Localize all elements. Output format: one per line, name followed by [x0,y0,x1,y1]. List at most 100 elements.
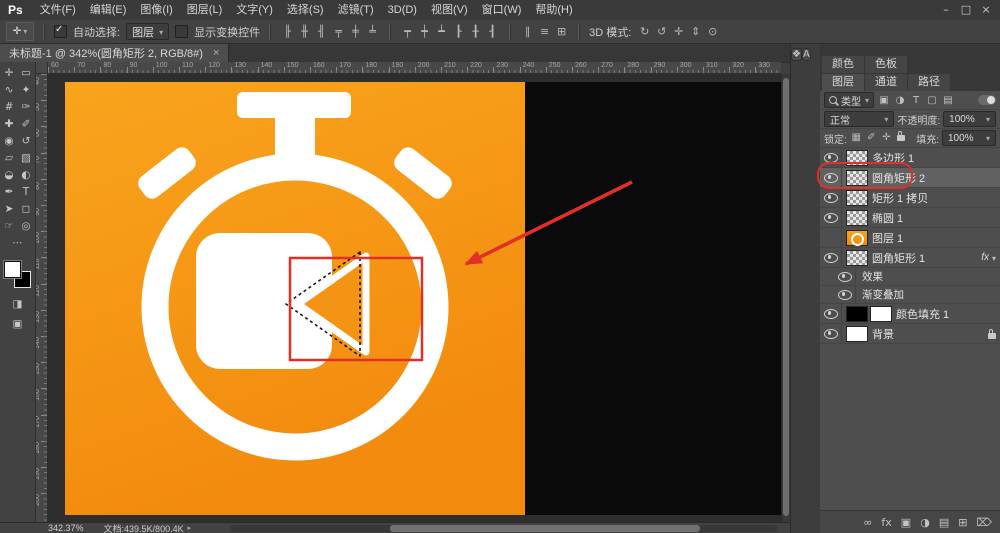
color-swatches[interactable] [4,261,31,288]
distribute-height-icon[interactable]: ≡ [537,24,552,40]
gradient-tool[interactable]: ▧ [18,150,35,166]
auto-select-checkbox[interactable] [54,24,67,38]
distribute-center-h-icon[interactable]: ╂ [468,24,483,40]
layer-name[interactable]: 矩形 1 拷贝 [872,190,928,206]
menu-item[interactable]: 窗口(W) [475,0,529,20]
screen-mode-icon[interactable]: ▣ [13,316,23,332]
show-transform-checkbox[interactable] [175,25,189,38]
quick-mask-icon[interactable]: ◨ [13,296,23,312]
menu-item[interactable]: 视图(V) [424,0,475,20]
zoom-level[interactable]: 342.37% [48,523,84,533]
visibility-eye-icon[interactable] [834,286,856,303]
3d-roll-icon[interactable]: ↺ [654,24,669,40]
clone-stamp-tool[interactable]: ◉ [1,133,18,149]
lock-all-icon[interactable] [895,130,908,146]
eraser-tool[interactable]: ▱ [1,150,18,166]
layer-name[interactable]: 圆角矩形 2 [872,170,925,186]
visibility-eye-icon[interactable] [820,304,842,323]
align-top-icon[interactable]: ╤ [331,24,346,40]
menu-item[interactable]: 图层(L) [180,0,229,20]
zoom-tool[interactable]: ◎ [18,218,35,234]
blur-tool[interactable]: ◒ [1,167,18,183]
rect-marquee-tool[interactable]: ▭ [18,65,35,81]
shape-tool[interactable]: ◻ [18,201,35,217]
menu-item[interactable]: 滤镜(T) [331,0,381,20]
visibility-eye-icon[interactable] [834,268,856,285]
layer-thumbnail[interactable] [846,149,868,166]
layer-row[interactable]: 圆角矩形 1 fx [820,248,1000,268]
layer-name[interactable]: 渐变叠加 [862,287,904,302]
layer-name[interactable]: 多边形 1 [872,150,914,166]
collapsed-panel-icon-2[interactable]: A [801,48,811,61]
align-left-icon[interactable]: ╟ [280,24,295,40]
layer-row[interactable]: 圆角矩形 2 [820,168,1000,188]
layer-row[interactable]: 背景 [820,324,1000,344]
layer-thumbnail[interactable] [846,325,868,342]
align-right-icon[interactable]: ╢ [314,24,329,40]
horizontal-scrollbar-thumb[interactable] [390,525,700,532]
visibility-eye-icon[interactable] [820,208,842,227]
hand-tool[interactable]: ☞ [1,218,18,234]
collapsed-panel-icon-1[interactable]: ❖ [791,48,802,61]
layer-style-icon[interactable]: fx [881,516,891,529]
layer-name[interactable]: 图层 1 [872,230,903,246]
filter-type-layers-icon[interactable]: T [909,93,923,108]
chevron-down-icon[interactable] [992,252,996,264]
visibility-eye-icon[interactable] [820,148,842,167]
layer-thumbnail[interactable] [846,249,868,266]
align-bottom-icon[interactable]: ╧ [365,24,380,40]
menu-item[interactable]: 编辑(E) [83,0,134,20]
horizontal-scrollbar[interactable] [230,525,778,532]
lock-position-icon[interactable]: ✛ [880,130,893,146]
filter-adjustment-layers-icon[interactable]: ◑ [893,93,907,108]
foreground-color-swatch[interactable] [4,261,21,278]
distribute-right-icon[interactable]: ┨ [485,24,500,40]
tab-paths[interactable]: 路径 [908,74,950,91]
crop-tool[interactable]: # [1,99,18,115]
adjustment-layer-icon[interactable]: ◑ [920,516,930,529]
distribute-bottom-icon[interactable]: ┷ [434,24,449,40]
lasso-tool[interactable]: ∿ [1,82,18,98]
layer-name[interactable]: 椭圆 1 [872,210,903,226]
status-expand-icon[interactable]: ▸ [188,524,192,532]
move-tool[interactable]: ✛ [1,65,18,81]
layer-name[interactable]: 效果 [862,269,883,284]
filter-shape-layers-icon[interactable]: ▢ [925,93,939,108]
canvas-viewport[interactable] [48,74,781,522]
layer-thumbnail[interactable] [846,305,868,322]
dodge-tool[interactable]: ◐ [18,167,35,183]
quick-select-tool[interactable]: ✦ [18,82,35,98]
visibility-eye-icon[interactable] [820,188,842,207]
layer-row[interactable]: 颜色填充 1 [820,304,1000,324]
distribute-top-icon[interactable]: ┯ [400,24,415,40]
filter-toggle[interactable] [978,95,996,105]
layer-row[interactable]: 图层 1 [820,228,1000,248]
vertical-scrollbar-thumb[interactable] [783,78,789,516]
auto-select-target-dropdown[interactable]: 图层 [126,23,170,40]
layer-name[interactable]: 圆角矩形 1 [872,250,925,266]
menu-item[interactable]: 3D(D) [381,0,424,20]
vertical-scrollbar[interactable] [781,74,790,522]
eyedropper-tool[interactable]: ✑ [18,99,35,115]
layer-thumbnail[interactable] [846,169,868,186]
healing-brush-tool[interactable]: ✚ [1,116,18,132]
menu-item[interactable]: 选择(S) [280,0,331,20]
visibility-eye-icon[interactable] [820,324,842,343]
tab-layers[interactable]: 图层 [822,74,864,91]
3d-drag-icon[interactable]: ✛ [671,24,686,40]
distribute-left-icon[interactable]: ┠ [451,24,466,40]
auto-align-icon[interactable]: ⊞ [554,24,569,40]
3d-scale-icon[interactable]: ⊙ [705,24,720,40]
layer-row[interactable]: 效果 [820,268,1000,286]
brush-tool[interactable]: ✐ [18,116,35,132]
layer-name[interactable]: 背景 [872,326,894,342]
filter-smart-objects-icon[interactable]: ▤ [941,93,955,108]
layer-thumbnail[interactable] [846,209,868,226]
document-tab[interactable]: 未标题-1 @ 342%(圆角矩形 2, RGB/8#) × [0,44,230,62]
active-tool-icon[interactable]: ✛ [6,22,34,41]
lock-pixels-icon[interactable]: ✐ [865,130,878,146]
opacity-dropdown[interactable]: 100% [943,111,996,127]
pen-tool[interactable]: ✒ [1,184,18,200]
tab-channels[interactable]: 通道 [865,74,907,91]
distribute-width-icon[interactable]: ∥ [520,24,535,40]
